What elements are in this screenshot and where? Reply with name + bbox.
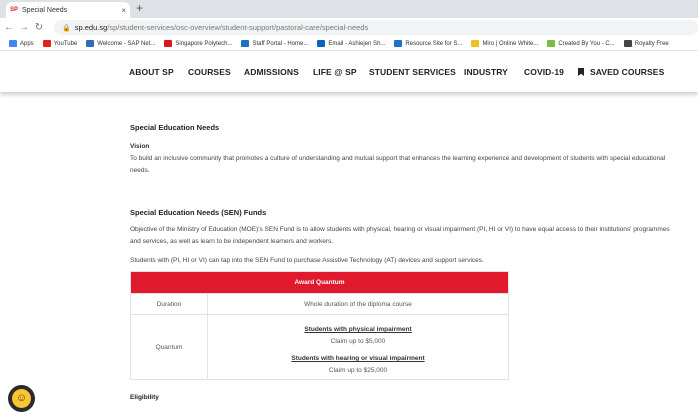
bookmark-label: Resource Site for S...: [405, 40, 463, 47]
miro-icon: [471, 40, 480, 47]
physical-impairment-heading: Students with physical impairment: [304, 326, 412, 333]
nav-covid-19[interactable]: COVID-19: [524, 67, 564, 77]
bookmark-label: Staff Portal - Home...: [252, 40, 309, 47]
chatbot-button[interactable]: ☺: [8, 385, 35, 412]
sharepoint-icon: [394, 40, 403, 47]
vision-text: To build an inclusive community that pro…: [130, 155, 666, 174]
sap-icon: [86, 40, 95, 47]
bookmark-resource-site[interactable]: Resource Site for S...: [394, 40, 462, 47]
bookmark-label: Singapore Polytech...: [175, 40, 233, 47]
bookmark-sap[interactable]: Welcome - SAP Net...: [86, 40, 155, 47]
row-value-duration: Whole duration of the diploma course: [304, 301, 412, 308]
hearing-visual-impairment-heading: Students with hearing or visual impairme…: [291, 355, 425, 362]
sp-icon: [164, 40, 173, 47]
bookmark-label: YouTube: [53, 40, 78, 47]
bookmark-staff-portal[interactable]: Staff Portal - Home...: [241, 40, 308, 47]
bookmark-icon: [578, 68, 584, 76]
saved-courses-label: SAVED COURSES: [590, 67, 665, 77]
vision-heading: Vision: [130, 143, 150, 150]
award-quantum-table: Award Quantum Duration Whole duration of…: [130, 271, 509, 380]
nav-about-sp[interactable]: ABOUT SP: [129, 67, 174, 77]
smiley-face-icon: ☺: [12, 389, 31, 408]
nav-saved-courses[interactable]: SAVED COURSES: [578, 67, 664, 77]
eligibility-heading: Eligibility: [130, 394, 159, 401]
lock-icon: 🔒: [62, 24, 71, 32]
bookmark-royalty-free[interactable]: Royalty Free: [623, 40, 669, 47]
bookmark-created-by-you[interactable]: Created By You - C...: [547, 40, 615, 47]
bookmark-label: Apps: [20, 40, 34, 47]
youtube-icon: [42, 40, 51, 47]
apps-grid-icon: [9, 40, 17, 47]
bookmark-apps[interactable]: Apps: [9, 40, 34, 47]
sen-funds-title: Special Education Needs (SEN) Funds: [130, 208, 267, 217]
row-label-quantum: Quantum: [131, 315, 208, 379]
page-title: Special Education Needs: [130, 123, 220, 132]
bookmark-label: Welcome - SAP Net...: [97, 40, 156, 47]
nav-life-at-sp[interactable]: LIFE @ SP: [313, 67, 357, 77]
table-header: Award Quantum: [131, 272, 508, 293]
bookmarks-bar: Apps YouTube Welcome - SAP Net... Singap…: [0, 37, 698, 51]
sen-funds-eligible-text: Students with (PI, HI or VI) can tap int…: [130, 257, 484, 264]
back-arrow-icon[interactable]: ←: [3, 22, 15, 33]
row-value-quantum: Students with physical impairment Claim …: [208, 315, 508, 379]
bookmark-email[interactable]: Email - Ashiejen Sh...: [317, 40, 385, 47]
sp-favicon-icon: SP: [10, 7, 19, 13]
browser-tab-strip: SP Special Needs × +: [0, 0, 698, 18]
browser-toolbar: ← → ↻ 🔒 sp.edu.sg /sp/student-services/o…: [0, 18, 698, 37]
bookmark-label: Miro | Online White...: [482, 40, 539, 47]
url-path: /sp/student-services/osc-overview/studen…: [107, 23, 369, 32]
table-row: Duration Whole duration of the diploma c…: [131, 293, 508, 314]
bookmark-label: Royalty Free: [634, 40, 669, 47]
bookmark-sp[interactable]: Singapore Polytech...: [164, 40, 232, 47]
physical-impairment-amount: Claim up to $5,000: [330, 338, 386, 345]
sen-funds-objective: Objective of the Ministry of Education (…: [130, 226, 670, 245]
nav-student-services[interactable]: STUDENT SERVICES: [369, 67, 456, 77]
site-navigation: ABOUT SP COURSES ADMISSIONS LIFE @ SP ST…: [0, 52, 698, 92]
bookmark-miro[interactable]: Miro | Online White...: [471, 40, 538, 47]
sharepoint-icon: [241, 40, 250, 47]
forward-arrow-icon[interactable]: →: [18, 22, 30, 33]
nav-admissions[interactable]: ADMISSIONS: [244, 67, 299, 77]
tab-special-needs[interactable]: SP Special Needs ×: [6, 2, 130, 18]
royalty-free-icon: [623, 40, 632, 47]
bookmark-youtube[interactable]: YouTube: [42, 40, 78, 47]
row-label-duration: Duration: [131, 294, 208, 314]
nav-courses[interactable]: COURSES: [188, 67, 231, 77]
url-host: sp.edu.sg: [74, 23, 108, 32]
outlook-icon: [317, 40, 326, 47]
address-bar[interactable]: 🔒 sp.edu.sg /sp/student-services/osc-ove…: [54, 20, 698, 35]
new-tab-button[interactable]: +: [136, 1, 143, 15]
close-icon[interactable]: ×: [121, 6, 126, 15]
reload-icon[interactable]: ↻: [33, 22, 45, 33]
created-by-you-icon: [547, 40, 556, 47]
bookmark-label: Created By You - C...: [558, 40, 615, 47]
nav-industry[interactable]: INDUSTRY: [464, 67, 508, 77]
table-row: Quantum Students with physical impairmen…: [131, 314, 508, 379]
tab-title: Special Needs: [22, 6, 68, 14]
hearing-visual-impairment-amount: Claim up to $25,000: [328, 367, 388, 374]
bookmark-label: Email - Ashiejen Sh...: [328, 40, 386, 47]
